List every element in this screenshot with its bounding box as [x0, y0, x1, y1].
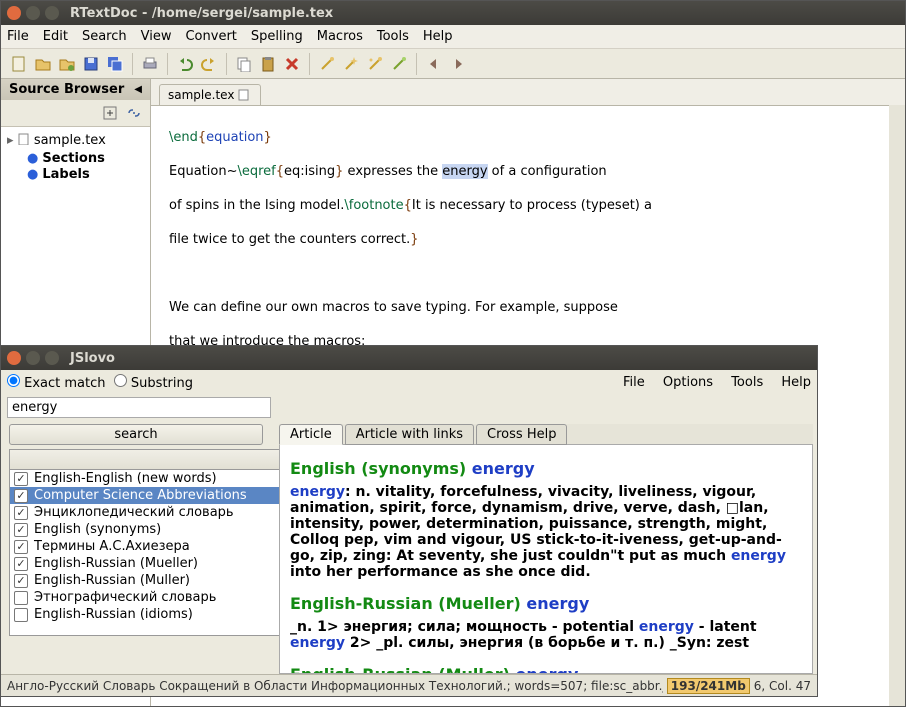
memory-indicator: 193/241Mb — [667, 678, 750, 694]
dict-item-label: English (synonyms) — [34, 522, 161, 537]
dict-item-label: Этнографический словарь — [34, 590, 216, 605]
checkbox-icon[interactable]: ✓ — [14, 523, 28, 537]
search-button[interactable]: search — [9, 424, 263, 445]
dict-item-label: Энциклопедический словарь — [34, 505, 234, 520]
maximize-icon[interactable] — [45, 351, 59, 365]
editor-scrollbar[interactable] — [889, 105, 905, 706]
tree-url-icon[interactable] — [125, 104, 143, 122]
jslovo-menu-options[interactable]: Options — [663, 375, 713, 390]
save-all-icon[interactable] — [106, 55, 124, 73]
menu-help[interactable]: Help — [423, 29, 453, 44]
dict-item-label: Термины А.С.Ахиезера — [34, 539, 190, 554]
dict-name-muller: English-Russian (Muller) — [290, 665, 516, 674]
cursor-position: 6, Col. 47 — [754, 679, 811, 693]
cross-link[interactable]: energy — [731, 548, 786, 564]
checkbox-icon[interactable] — [14, 591, 28, 605]
tree-item-sections[interactable]: ●Sections — [7, 151, 144, 166]
close-icon[interactable] — [7, 351, 21, 365]
new-doc-icon[interactable] — [10, 55, 28, 73]
menu-spelling[interactable]: Spelling — [251, 29, 303, 44]
copy-icon[interactable] — [235, 55, 253, 73]
recent-icon[interactable] — [58, 55, 76, 73]
tree-item-labels[interactable]: ●Labels — [7, 167, 144, 182]
search-input[interactable] — [7, 397, 271, 418]
substring-radio[interactable]: Substring — [114, 374, 193, 391]
print-icon[interactable] — [141, 55, 159, 73]
maximize-icon[interactable] — [45, 6, 59, 20]
tree-expand-icon[interactable] — [101, 104, 119, 122]
menu-file[interactable]: File — [7, 29, 29, 44]
dict-item-label: English-Russian (Mueller) — [34, 556, 198, 571]
main-menubar: File Edit Search View Convert Spelling M… — [1, 25, 905, 49]
menu-edit[interactable]: Edit — [43, 29, 68, 44]
jslovo-window: JSlovo Exact match Substring File Option… — [0, 345, 818, 697]
redo-icon[interactable] — [200, 55, 218, 73]
exact-match-radio[interactable]: Exact match — [7, 374, 106, 391]
sidebar-title: Source Browser — [9, 82, 124, 97]
tab-article-links[interactable]: Article with links — [345, 424, 474, 445]
main-toolbar — [1, 49, 905, 79]
sidebar-collapse-icon[interactable]: ◀ — [134, 84, 142, 95]
jslovo-menu-tools[interactable]: Tools — [731, 375, 763, 390]
dict-item-label: English-English (new words) — [34, 471, 217, 486]
checkbox-icon[interactable]: ✓ — [14, 506, 28, 520]
back-icon[interactable] — [425, 55, 443, 73]
dict-name-synonyms: English (synonyms) — [290, 459, 472, 478]
undo-icon[interactable] — [176, 55, 194, 73]
dict-item-label: English-Russian (idioms) — [34, 607, 193, 622]
checkbox-icon[interactable]: ✓ — [14, 574, 28, 588]
dict-item-label: English-Russian (Muller) — [34, 573, 190, 588]
jslovo-statusbar: Англо-Русский Словарь Сокращений в Облас… — [1, 674, 817, 696]
dict-name-mueller: English-Russian (Mueller) — [290, 594, 526, 613]
tab-article[interactable]: Article — [279, 424, 343, 445]
checkbox-icon[interactable]: ✓ — [14, 489, 28, 503]
forward-icon[interactable] — [449, 55, 467, 73]
checkbox-icon[interactable]: ✓ — [14, 540, 28, 554]
tree-file-name[interactable]: sample.tex — [34, 133, 106, 148]
jslovo-menu-help[interactable]: Help — [781, 375, 811, 390]
minimize-icon[interactable] — [26, 351, 40, 365]
jslovo-title: JSlovo — [70, 351, 115, 366]
window-title: RTextDoc - /home/sergei/sample.tex — [70, 6, 333, 21]
editor-tab[interactable]: sample.tex — [159, 84, 261, 105]
headword: energy — [472, 459, 535, 478]
file-icon — [238, 89, 250, 101]
wand1-icon[interactable] — [318, 55, 336, 73]
wand4-icon[interactable] — [390, 55, 408, 73]
status-text: Англо-Русский Словарь Сокращений в Облас… — [7, 679, 663, 693]
delete-icon[interactable] — [283, 55, 301, 73]
menu-view[interactable]: View — [141, 29, 172, 44]
open-icon[interactable] — [34, 55, 52, 73]
close-icon[interactable] — [7, 6, 21, 20]
menu-search[interactable]: Search — [82, 29, 127, 44]
checkbox-icon[interactable] — [14, 608, 28, 622]
menu-macros[interactable]: Macros — [317, 29, 363, 44]
menu-convert[interactable]: Convert — [185, 29, 236, 44]
jslovo-titlebar: JSlovo — [1, 346, 817, 370]
tab-cross-help[interactable]: Cross Help — [476, 424, 567, 445]
main-titlebar: RTextDoc - /home/sergei/sample.tex — [1, 1, 905, 25]
dict-item-label: Computer Science Abbreviations — [34, 488, 247, 503]
checkbox-icon[interactable]: ✓ — [14, 472, 28, 486]
paste-icon[interactable] — [259, 55, 277, 73]
article-pane[interactable]: English (synonyms) energy energy: n. vit… — [279, 445, 813, 674]
sidebar-header: Source Browser ◀ — [1, 79, 150, 100]
menu-tools[interactable]: Tools — [377, 29, 409, 44]
definition-headword: energy — [290, 484, 345, 500]
checkbox-icon[interactable]: ✓ — [14, 557, 28, 571]
save-icon[interactable] — [82, 55, 100, 73]
minimize-icon[interactable] — [26, 6, 40, 20]
wand2-icon[interactable] — [342, 55, 360, 73]
jslovo-menu-file[interactable]: File — [623, 375, 645, 390]
editor-tab-label: sample.tex — [168, 88, 234, 102]
wand3-icon[interactable] — [366, 55, 384, 73]
